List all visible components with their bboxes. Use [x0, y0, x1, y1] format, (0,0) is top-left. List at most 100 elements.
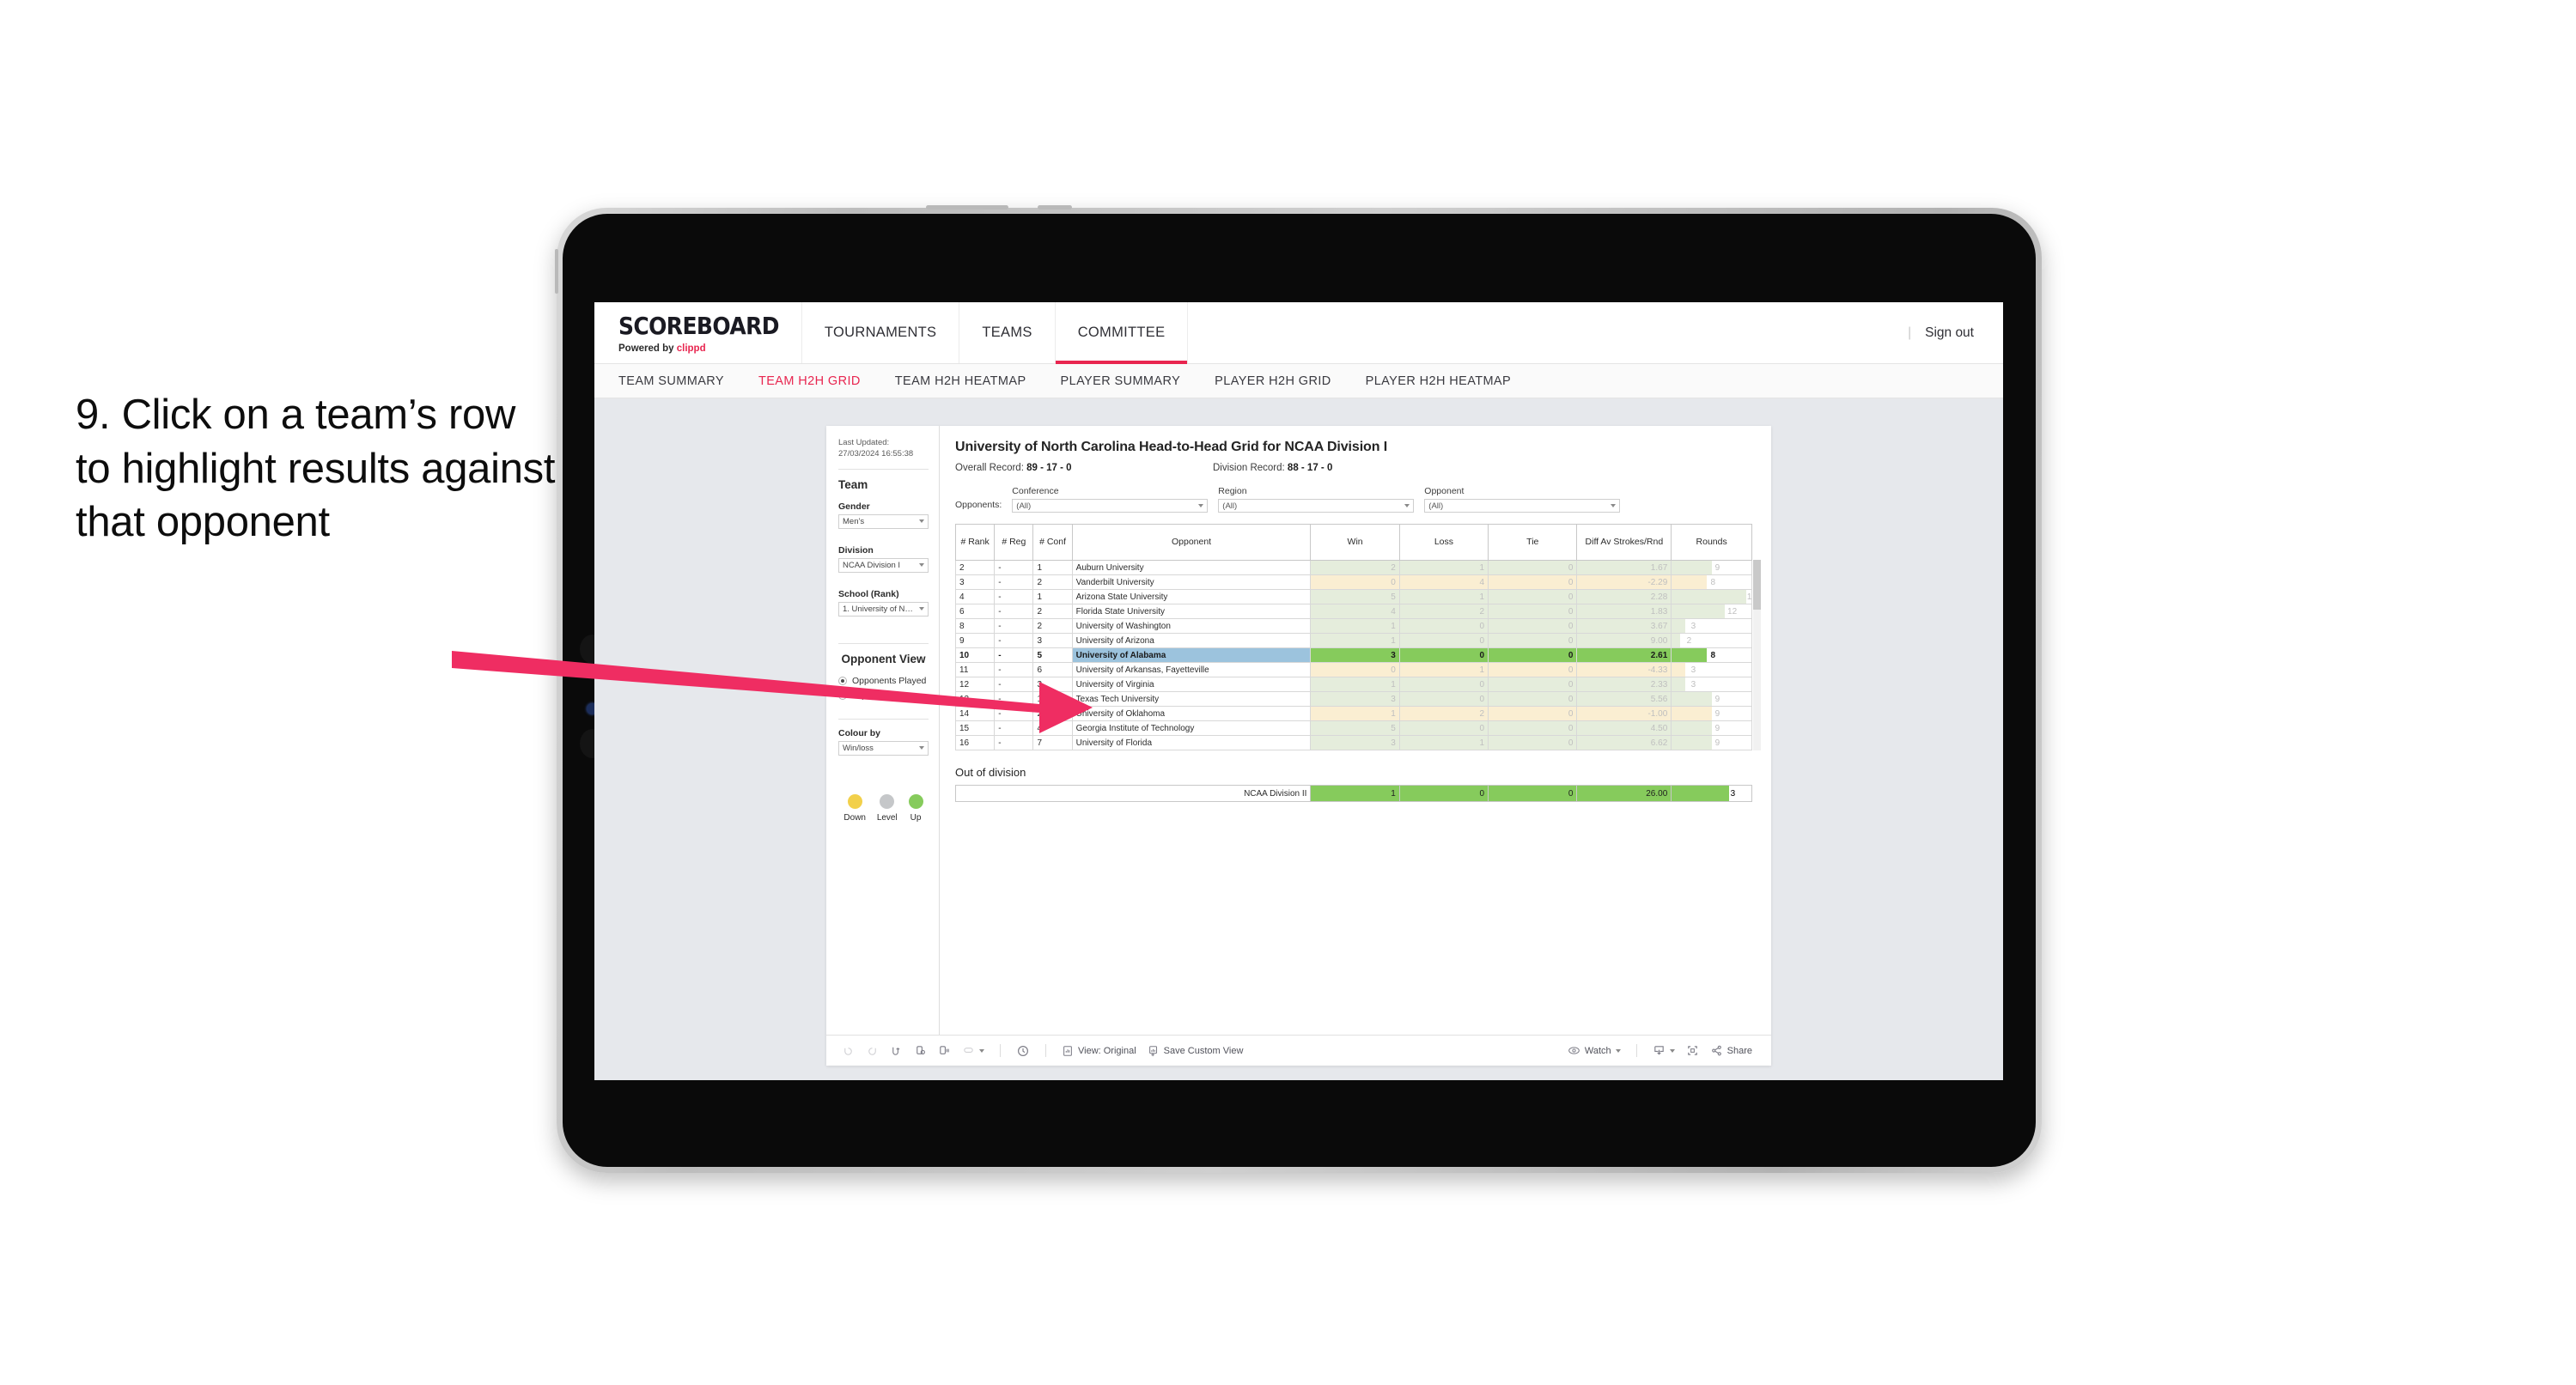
logo-brand-name: clippd — [676, 343, 706, 354]
watch-label: Watch — [1584, 1045, 1611, 1056]
cell-rank: 15 — [954, 720, 996, 736]
screenshot-canvas: 9. Click on a team’s row to highlight re… — [0, 0, 2576, 1385]
pause-button[interactable] — [938, 1044, 951, 1057]
cell-rounds: 8 — [1671, 574, 1752, 590]
subnav-tab-team-h2h-grid[interactable]: TEAM H2H GRID — [758, 374, 861, 388]
watch-button[interactable]: Watch — [1568, 1044, 1621, 1057]
cell-value: 4.50 — [1650, 723, 1668, 733]
fullscreen-button[interactable] — [1686, 1044, 1699, 1057]
download-button[interactable] — [1653, 1044, 1675, 1057]
table-row[interactable]: 12-3 University of Virginia 1 0 0 2.33 3 — [954, 677, 1752, 692]
cell-reg: - — [994, 720, 1034, 736]
subnav-tab-team-h2h-heatmap[interactable]: TEAM H2H HEATMAP — [895, 374, 1026, 388]
app-logo[interactable]: SCOREBOARD Powered by clippd — [594, 302, 801, 363]
nav-tab-tournaments[interactable]: TOURNAMENTS — [801, 302, 959, 363]
col-header-loss[interactable]: Loss — [1398, 524, 1489, 561]
visualization-body: Last Updated: 27/03/2024 16:55:38 Team G… — [826, 426, 1771, 1035]
redo-button[interactable] — [866, 1044, 879, 1057]
radio-top-100[interactable]: Top 100 — [838, 690, 929, 701]
rounds-value: 12 — [1727, 606, 1738, 617]
revert-button[interactable] — [890, 1044, 903, 1057]
legend-dot-down — [847, 793, 862, 809]
filter-conference-select[interactable]: (All) — [1012, 499, 1209, 513]
view-original-button[interactable]: View: Original — [1062, 1045, 1136, 1057]
table-row[interactable]: 9-3 University of Arizona 1 0 0 9.00 2 — [954, 633, 1752, 648]
subnav-tab-player-h2h-grid[interactable]: PLAYER H2H GRID — [1215, 374, 1331, 388]
col-header-rounds[interactable]: Rounds — [1671, 524, 1752, 561]
cell-fill — [1489, 604, 1576, 618]
cell-tie: 0 — [1488, 662, 1578, 677]
division-select[interactable]: NCAA Division I — [838, 557, 929, 573]
loop-button[interactable] — [962, 1044, 984, 1057]
cell-value: 0 — [1568, 694, 1574, 704]
school-rank-select[interactable]: 1. University of Nort... — [838, 601, 929, 617]
filter-opponent-label: Opponent — [1424, 486, 1465, 496]
subnav-tab-team-summary[interactable]: TEAM SUMMARY — [618, 374, 724, 388]
division-record-label: Division Record: — [1213, 463, 1288, 473]
table-row[interactable]: 14-2 University of Oklahoma 1 2 0 -1.00 9 — [954, 706, 1752, 721]
logo-tagline-prefix: Powered by — [618, 343, 677, 354]
col-header-reg[interactable]: # Reg — [994, 524, 1034, 561]
out-of-division-row[interactable]: NCAA Division II 1 0 0 26.00 3 — [954, 785, 1752, 802]
table-row[interactable]: 10-5 University of Alabama 3 0 0 2.61 8 — [954, 647, 1752, 663]
table-row[interactable]: 11-6 University of Arkansas, Fayetteville… — [954, 662, 1752, 677]
table-row[interactable]: 8-2 University of Washington 1 0 0 3.67 3 — [954, 618, 1752, 634]
subnav-tab-player-summary[interactable]: PLAYER SUMMARY — [1061, 374, 1181, 388]
table-row[interactable]: 13-1 Texas Tech University 3 0 0 5.56 9 — [954, 691, 1752, 707]
out-of-division-loss: 0 — [1398, 785, 1489, 802]
cell-value: 0 — [1568, 577, 1574, 587]
colour-by-select[interactable]: Win/loss — [838, 740, 929, 756]
rounds-bar — [1672, 561, 1712, 574]
table-row[interactable]: 15-4 Georgia Institute of Technology 5 0 0 4.… — [954, 720, 1752, 736]
cell-value: 2 — [1479, 708, 1485, 719]
nav-tab-teams[interactable]: TEAMS — [959, 302, 1054, 363]
grid-scrollbar-track[interactable] — [1753, 560, 1761, 750]
nav-tab-committee[interactable]: COMMITTEE — [1054, 302, 1188, 364]
grid-scrollbar-thumb[interactable] — [1753, 560, 1761, 610]
cell-opponent: Georgia Institute of Technology — [1071, 720, 1312, 736]
cell-rounds: 12 — [1671, 604, 1752, 619]
opponent-filters: Opponents: Conference (All) Region (All)… — [955, 486, 1752, 513]
cell-rank: 12 — [954, 677, 996, 692]
gender-select[interactable]: Men’s — [838, 513, 929, 529]
table-row[interactable]: 3-2 Vanderbilt University 0 4 0 -2.29 8 — [954, 574, 1752, 590]
cell-opponent: Vanderbilt University — [1071, 574, 1312, 590]
legend-item-up: Up — [908, 793, 923, 823]
table-row[interactable]: 16-7 University of Florida 3 1 0 6.62 9 — [954, 735, 1752, 750]
table-row[interactable]: 2-1 Auburn University 2 1 0 1.67 9 — [954, 560, 1752, 575]
col-header-tie[interactable]: Tie — [1488, 524, 1578, 561]
radio-opponents-played[interactable]: Opponents Played — [838, 676, 929, 686]
pause-auto-update-button[interactable] — [1016, 1044, 1030, 1058]
cell-fill — [1400, 590, 1488, 604]
cell-rank: 10 — [954, 647, 996, 663]
col-header-rank[interactable]: # Rank — [954, 524, 996, 561]
device-top-button — [1038, 205, 1072, 210]
table-row[interactable]: 6-2 Florida State University 4 2 0 1.83 12 — [954, 604, 1752, 619]
sign-out-link[interactable]: Sign out — [1925, 325, 1974, 341]
share-button[interactable]: Share — [1710, 1044, 1752, 1057]
cell-value: 0 — [1568, 592, 1574, 602]
col-header-opponent[interactable]: Opponent — [1071, 524, 1312, 561]
cell-fill — [1489, 634, 1576, 647]
col-header-conf[interactable]: # Conf — [1032, 524, 1073, 561]
cell-conf: 3 — [1032, 677, 1073, 692]
legend-label-level: Level — [876, 812, 898, 823]
undo-icon — [844, 1048, 852, 1055]
cell-rank: 2 — [954, 560, 996, 575]
refresh-button[interactable] — [914, 1044, 927, 1057]
undo-button[interactable] — [842, 1044, 855, 1057]
cell-fill — [1311, 561, 1399, 574]
cell-opponent: University of Alabama — [1071, 647, 1312, 663]
cell-conf: 2 — [1032, 618, 1073, 634]
col-header-diff-av-strokes[interactable]: Diff Av Strokes/Rnd — [1576, 524, 1672, 561]
col-header-win[interactable]: Win — [1310, 524, 1400, 561]
subnav-tab-player-h2h-heatmap[interactable]: PLAYER H2H HEATMAP — [1366, 374, 1511, 388]
filter-opponent-select[interactable]: (All) — [1424, 499, 1621, 513]
table-row[interactable]: 4-1Arizona State University5102.2817 — [954, 589, 1752, 604]
filter-region-select[interactable]: (All) — [1218, 499, 1415, 513]
save-custom-view-button[interactable]: Save Custom View — [1148, 1045, 1243, 1057]
sidebar-heading-team: Team — [838, 477, 868, 491]
cell-rounds: 9 — [1671, 560, 1752, 575]
out-of-division-tie: 0 — [1488, 785, 1578, 802]
rounds-bar — [1672, 604, 1726, 618]
